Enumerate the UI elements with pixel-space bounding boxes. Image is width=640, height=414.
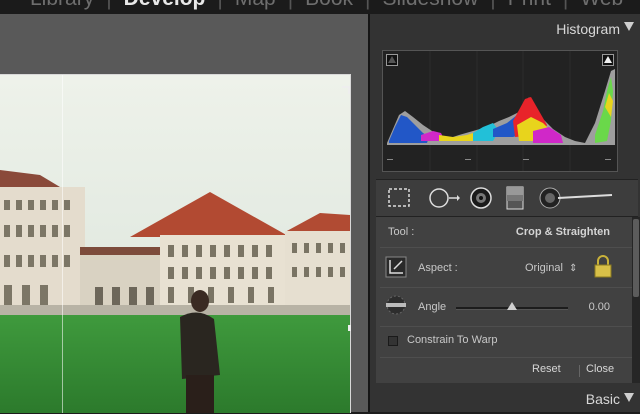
lock-icon[interactable] [593, 255, 613, 279]
button-divider [579, 365, 580, 377]
scrollbar-thumb[interactable] [633, 219, 639, 297]
module-web[interactable]: Web [580, 0, 623, 11]
divider [380, 247, 634, 248]
module-picker: Library | Develop | Map | Book | Slideshow | Print… [0, 0, 640, 14]
module-slideshow[interactable]: Slideshow [383, 0, 479, 11]
tool-name: Crop & Straighten [515, 226, 610, 238]
collapse-arrow-icon[interactable] [624, 22, 634, 31]
module-separator: | [365, 0, 370, 11]
module-separator: | [490, 0, 495, 11]
highlight-clipping-button[interactable] [602, 54, 614, 66]
module-map[interactable]: Map [235, 0, 276, 11]
divider [380, 326, 634, 327]
shadow-clipping-button[interactable] [386, 54, 398, 66]
right-panel: Histogram Tool: Crop & Straighten Aspec… [368, 14, 640, 412]
crop-corner-handle[interactable] [342, 86, 350, 94]
histogram-tick [387, 159, 393, 160]
reset-button[interactable]: Reset [532, 363, 561, 375]
module-separator: | [217, 0, 222, 11]
module-library[interactable]: Library [30, 0, 94, 11]
tool-label: Tool : [388, 226, 415, 238]
divider [380, 357, 634, 358]
crop-guide-vertical [62, 75, 63, 413]
angle-label: Angle [418, 301, 447, 313]
histogram-tick [605, 159, 611, 160]
panel-scrollbar[interactable] [632, 217, 640, 383]
red-eye-icon[interactable] [468, 184, 494, 212]
constrain-checkbox[interactable] [388, 336, 398, 346]
aspect-label: Aspect : [418, 262, 458, 274]
photo-preview[interactable] [0, 74, 351, 413]
aspect-value: Original [525, 262, 563, 274]
angle-value[interactable]: 0.00 [589, 301, 610, 313]
tool-strip [376, 179, 638, 217]
module-separator: | [288, 0, 293, 11]
histogram-header[interactable]: Histogram [370, 14, 640, 44]
straighten-tool-icon[interactable] [382, 294, 410, 316]
close-button[interactable]: Close [586, 363, 614, 375]
histogram-graph [387, 51, 615, 171]
highlight-clipping-icon [604, 56, 612, 63]
collapse-arrow-icon[interactable] [624, 393, 634, 402]
angle-slider-thumb[interactable] [507, 302, 517, 310]
adjustment-brush-icon[interactable] [538, 184, 614, 212]
module-separator: | [106, 0, 111, 11]
module-develop[interactable]: Develop [124, 0, 206, 11]
module-list: Library | Develop | Map | Book | Slideshow | Print… [30, 0, 623, 11]
aspect-arrows-icon: ⇕ [568, 263, 578, 274]
shadow-clipping-icon [388, 56, 396, 63]
crop-side-handle[interactable] [344, 325, 351, 331]
spot-removal-icon[interactable] [426, 184, 460, 212]
crop-overlay-icon[interactable] [386, 184, 412, 212]
module-print[interactable]: Print [508, 0, 551, 11]
histogram-tick [465, 159, 471, 160]
basic-header[interactable]: Basic [370, 384, 640, 414]
crop-panel: Tool : Crop & Straighten Aspect : Origin… [376, 217, 638, 383]
constrain-label: Constrain To Warp [407, 334, 498, 346]
divider [380, 287, 634, 288]
graduated-filter-icon[interactable] [502, 184, 528, 212]
histogram-tick [523, 159, 529, 160]
histogram-title: Histogram [556, 21, 620, 37]
module-book[interactable]: Book [305, 0, 353, 11]
crop-frame-icon[interactable] [384, 255, 408, 279]
basic-title: Basic [585, 391, 620, 407]
histogram [382, 50, 618, 172]
photo-image [0, 75, 350, 413]
aspect-select[interactable]: Original ⇕ [525, 262, 577, 274]
module-separator: | [563, 0, 568, 11]
